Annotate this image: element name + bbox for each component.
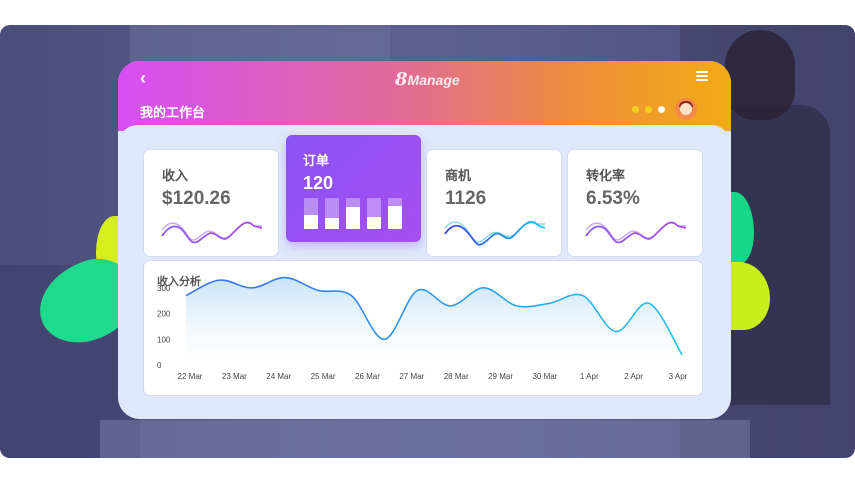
x-tick-label: 28 Mar (444, 372, 469, 381)
chevron-left-icon[interactable]: ‹ (140, 69, 156, 87)
conversion-label: 转化率 (586, 168, 626, 183)
opportunities-sparkline (444, 220, 546, 246)
page-dot[interactable] (632, 106, 639, 113)
orders-card[interactable]: 订单 120 (286, 135, 421, 242)
x-tick-label: 24 Mar (266, 372, 291, 381)
page-indicator (632, 106, 665, 113)
x-tick-label: 27 Mar (399, 372, 424, 381)
orders-bar (325, 198, 339, 229)
area-chart: 0 100 200 300 22 Mar 23 Mar 24 Mar 25 Mar 26 Mar… (157, 276, 688, 381)
x-tick-label: 23 Mar (222, 372, 247, 381)
x-tick-label: 29 Mar (488, 372, 513, 381)
app-logo: 8Manage (395, 69, 460, 90)
opportunities-card[interactable]: 商机 1126 (427, 150, 561, 256)
revenue-sparkline (161, 221, 263, 244)
x-tick-label: 1 Apr (580, 372, 599, 381)
conversion-sparkline (585, 221, 687, 244)
background-table (100, 420, 750, 458)
app-header: ‹ 8Manage 我的工作台 (118, 61, 731, 131)
y-tick-label: 200 (157, 310, 171, 319)
orders-bar (346, 198, 360, 229)
avatar[interactable] (675, 98, 697, 120)
page-dot[interactable] (658, 106, 665, 113)
x-tick-label: 25 Mar (311, 372, 336, 381)
x-tick-label: 2 Apr (624, 372, 643, 381)
page-dot[interactable] (645, 106, 652, 113)
conversion-card[interactable]: 转化率 6.53% (568, 150, 702, 256)
x-tick-label: 30 Mar (532, 372, 557, 381)
series-area (186, 277, 682, 365)
revenue-value: $120.26 (162, 188, 231, 209)
orders-label: 订单 (303, 153, 330, 168)
dashboard-panel: 收入 $120.26 订单 120 商机 1126 转化率 6.53% 收入分析… (118, 125, 731, 419)
orders-bar (367, 198, 381, 229)
hamburger-menu-icon[interactable] (696, 71, 708, 81)
orders-bar-chart (304, 197, 404, 229)
orders-bar (388, 198, 402, 229)
orders-bar (304, 198, 318, 229)
revenue-label: 收入 (162, 168, 189, 183)
x-tick-label: 3 Apr (669, 372, 688, 381)
x-tick-label: 26 Mar (355, 372, 380, 381)
opportunities-value: 1126 (445, 188, 487, 209)
y-tick-label: 0 (157, 361, 162, 370)
app-window: ‹ 8Manage 我的工作台 收入 $120.26 订单 120 商机 112… (118, 61, 731, 419)
background-person-head (725, 30, 795, 120)
x-tick-label: 22 Mar (178, 372, 203, 381)
orders-value: 120 (303, 173, 334, 193)
revenue-card[interactable]: 收入 $120.26 (144, 150, 278, 256)
page-title: 我的工作台 (140, 105, 206, 120)
y-tick-label: 300 (157, 284, 171, 293)
conversion-value: 6.53% (586, 188, 640, 209)
y-tick-label: 100 (157, 335, 171, 344)
revenue-analysis-chart: 收入分析 0 100 200 300 22 Mar 23 Mar 24 Mar 25 Mar 2… (144, 261, 702, 395)
opportunities-label: 商机 (445, 168, 472, 183)
